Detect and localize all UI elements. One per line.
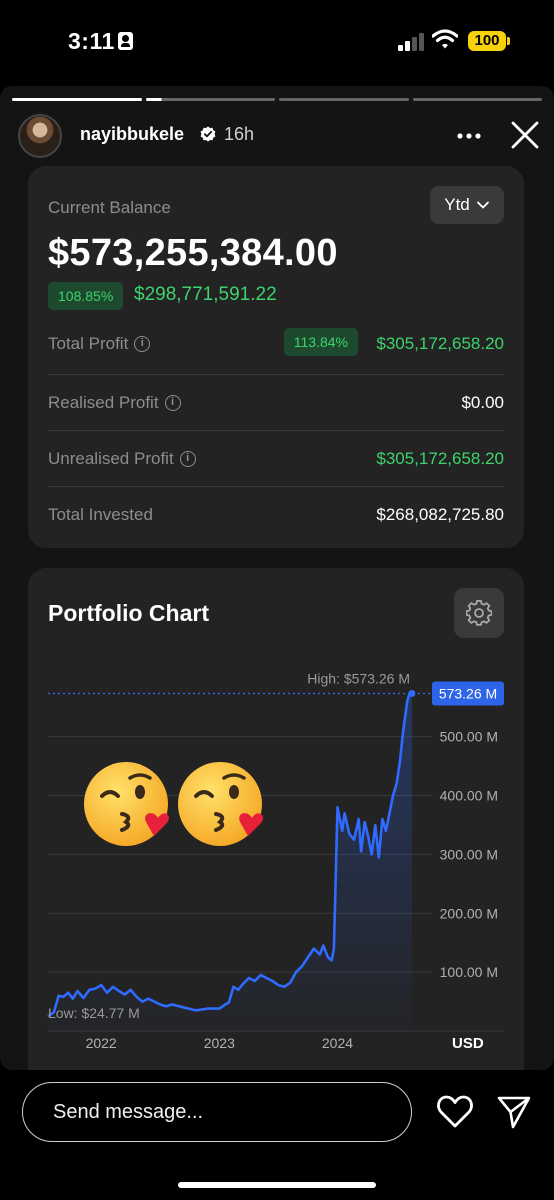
currency-label: USD (452, 1035, 484, 1052)
wifi-icon (432, 29, 458, 49)
row-unrealised-profit: Unrealised Profit i $305,172,658.20 (48, 430, 504, 486)
row-label: Unrealised Profit (48, 449, 174, 468)
progress-segment (12, 98, 142, 101)
change-percent-badge: 108.85% (48, 282, 124, 310)
chevron-down-icon (476, 201, 489, 209)
row-label: Total Invested (48, 505, 153, 524)
battery-icon: 100 (468, 31, 510, 51)
heart-icon[interactable] (436, 1094, 474, 1130)
send-message-placeholder: Send message... (53, 1101, 204, 1123)
portfolio-area (48, 693, 412, 1031)
send-message-input[interactable]: Send message... (22, 1082, 412, 1142)
x-tick-label: 2022 (86, 1035, 117, 1051)
clock: 3:11 (68, 28, 115, 54)
row-realised-profit: Realised Profit i $0.00 (48, 374, 504, 430)
y-tick-label: 200.00 M (440, 905, 498, 921)
status-bar: 3:11 100 (0, 0, 554, 84)
kissing-face-emoji (178, 762, 263, 846)
row-value: $268,082,725.80 (376, 505, 504, 524)
y-tick-label: 500.00 M (440, 729, 498, 745)
y-tick-label: 400.00 M (440, 788, 498, 804)
story-header: nayibbukele 16h (18, 114, 542, 158)
current-point (408, 690, 416, 698)
verified-badge-icon (200, 126, 216, 142)
info-icon[interactable]: i (164, 395, 181, 411)
row-value: $0.00 (461, 393, 504, 412)
more-options-icon[interactable] (454, 122, 484, 150)
home-indicator (178, 1182, 376, 1188)
progress-segment (412, 98, 542, 101)
story-time: 16h (224, 124, 255, 144)
change-value: $298,771,591.22 (134, 284, 277, 305)
avatar[interactable] (18, 114, 62, 158)
info-icon[interactable]: i (179, 451, 196, 467)
row-label: Total Profit (48, 334, 129, 353)
send-icon[interactable] (496, 1094, 532, 1130)
balance-value: $573,255,384.00 (48, 232, 338, 274)
row-value: $305,172,658.20 (376, 449, 504, 468)
balance-card: Current Balance Ytd $573,255,384.00 108.… (28, 166, 524, 548)
low-label: Low: $24.77 M (48, 1005, 140, 1021)
period-dropdown[interactable]: Ytd (430, 186, 504, 224)
current-value-label: 573.26 M (439, 686, 497, 702)
info-icon[interactable]: i (134, 336, 151, 352)
current-balance-label: Current Balance (48, 198, 171, 217)
x-tick-label: 2023 (204, 1035, 235, 1051)
progress-segment (279, 98, 409, 101)
kissing-face-emoji (84, 762, 169, 846)
close-icon[interactable] (508, 118, 542, 152)
y-tick-label: 100.00 M (440, 964, 498, 980)
row-label: Realised Profit (48, 393, 159, 412)
signal-icon (398, 31, 426, 51)
profit-percent-badge: 113.84% (283, 328, 358, 356)
y-tick-label: 300.00 M (440, 846, 498, 862)
username[interactable]: nayibbukele (80, 124, 184, 145)
high-label: High: $573.26 M (307, 671, 410, 687)
row-value: $305,172,658.20 (376, 334, 504, 353)
story-viewer: nayibbukele 16h Current Balance Ytd $573… (0, 86, 554, 1070)
story-progress (12, 98, 542, 101)
period-dropdown-label: Ytd (444, 195, 470, 214)
row-total-invested: Total Invested $268,082,725.80 (48, 486, 504, 542)
x-tick-label: 2024 (322, 1035, 353, 1051)
row-total-profit: Total Profit i 113.84% $305,172,658.20 (48, 316, 504, 372)
progress-segment (145, 98, 275, 101)
id-card-icon (118, 32, 133, 50)
